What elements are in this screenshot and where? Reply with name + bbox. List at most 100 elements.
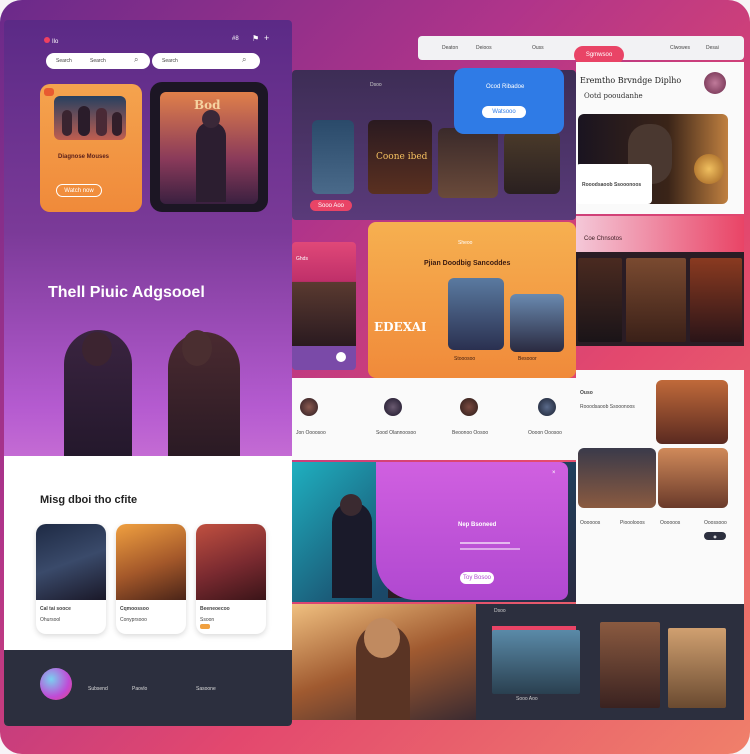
top-label: #8: [232, 36, 239, 42]
bottom-strip-label: Dsoo: [494, 608, 506, 614]
hero-card-title: Diagnose Mouses: [58, 154, 110, 160]
people-gallery-subtitle: Rooodsaoob Ssooonoos: [580, 404, 635, 410]
featured-section: Misg dboi tho cfite Cal tai sooce Ohurso…: [4, 456, 292, 652]
hero-headline: Thell Piuic Adgsooel: [48, 284, 205, 301]
bottom-label: Oooooos: [660, 520, 681, 526]
section-title: Misg dboi tho cfite: [40, 494, 138, 506]
gallery-image[interactable]: [504, 132, 560, 194]
gallery-image[interactable]: Coone ibed: [368, 120, 432, 194]
avatar-row: Jon Oooosoo Sood Olannoosoo Beoonoo Ooso…: [292, 378, 576, 460]
movie-card[interactable]: Cqmoossoo Conyprsooo: [116, 524, 186, 634]
left-landing-panel: Ilo #8 ⚑ + Search Search ⌕ Search ⌕ Diag…: [4, 20, 292, 726]
blue-card-title: Ocod Ribadoe: [486, 84, 525, 90]
nav-link[interactable]: Desai: [706, 45, 719, 51]
footer-link[interactable]: Sasoone: [196, 686, 216, 692]
toggle-button[interactable]: ◉: [704, 532, 726, 540]
hero-image: [54, 96, 126, 140]
avatar[interactable]: [384, 398, 402, 416]
orange-card-title: Pjian Doodbig Sancoddes: [424, 260, 511, 267]
purple-card-title: Nep Bsoneed: [458, 522, 497, 528]
gallery-panel-label: Dsoo: [370, 82, 382, 88]
movie-card-title: Cqmoossoo: [120, 606, 149, 612]
people-image[interactable]: [656, 380, 728, 444]
search-icon[interactable]: ⌕: [242, 55, 246, 65]
people-gallery-label: Ouso: [580, 390, 593, 396]
purple-promo-card[interactable]: Nep Bsoneed Toy Bosoo ×: [376, 462, 568, 600]
purple-card-button[interactable]: Toy Bosoo: [460, 572, 494, 584]
avatar[interactable]: [300, 398, 318, 416]
orange-card-image: [448, 278, 504, 350]
logo-icon: [44, 37, 50, 43]
play-icon[interactable]: [336, 352, 346, 362]
bottom-strip-image[interactable]: [600, 622, 660, 708]
hero-card[interactable]: Diagnose Mouses Watch now: [40, 84, 142, 212]
bottom-label: Oooooos: [580, 520, 601, 526]
poster-tablet[interactable]: Bod: [150, 82, 268, 212]
people-image[interactable]: [658, 448, 728, 508]
poster-image: Bod: [160, 92, 258, 204]
movie-card-title: Cal tai sooce: [40, 606, 71, 612]
movie-card[interactable]: Cal tai sooce Ohursool: [36, 524, 106, 634]
left-footer: Subsend Paovlo Sasoone: [4, 650, 292, 726]
cast-image[interactable]: [626, 258, 686, 342]
search-field-secondary[interactable]: Search ⌕: [152, 53, 260, 69]
logo[interactable]: Ilo: [44, 37, 58, 45]
avatar-name: Oooon Ooosoo: [528, 430, 562, 436]
people-gallery: Ouso Rooodsaoob Ssooonoos Oooooos Pioool…: [576, 370, 744, 604]
orange-card-image: [510, 294, 564, 352]
movie-card-image: [36, 524, 106, 600]
promo-figure-head: [340, 494, 362, 516]
avatar[interactable]: [538, 398, 556, 416]
bottom-dark-strip: Dsoo Sooo Aoo: [476, 604, 744, 720]
app-frame: Ilo #8 ⚑ + Search Search ⌕ Search ⌕ Diag…: [0, 0, 750, 754]
people-image[interactable]: [578, 448, 656, 508]
movie-card-image: [116, 524, 186, 600]
cast-panel: Coe Chnsotos: [576, 216, 744, 346]
footer-link[interactable]: Paovlo: [132, 686, 147, 692]
watch-now-button[interactable]: Watch now: [56, 184, 102, 197]
movie-card-title: Beeneoecoo: [200, 606, 230, 612]
top-navbar: Deaton Deioos Ouss Sgmwsoo Clwowes Desai: [418, 36, 744, 64]
cast-image[interactable]: [690, 258, 742, 342]
gallery-image[interactable]: [312, 120, 354, 194]
bottom-label: Piooolooos: [620, 520, 645, 526]
movie-card-subtitle: Ssoon: [200, 617, 215, 623]
search-input[interactable]: Search Search ⌕: [46, 53, 150, 69]
rating-badge: [200, 624, 210, 629]
featured-subtitle: Ootd pooudanhe: [584, 92, 643, 100]
orange-card-word: EDEXAI: [374, 320, 427, 334]
blue-promo-card[interactable]: Ocod Ribadoe Watsooo: [454, 68, 564, 134]
nav-item[interactable]: Deaton: [442, 45, 458, 51]
footer-link[interactable]: Subsend: [88, 686, 108, 692]
bottom-strip-caption: Sooo Aoo: [516, 696, 538, 702]
gallery-image[interactable]: [438, 128, 498, 198]
nav-link[interactable]: Clwowes: [670, 45, 690, 51]
bottom-hero-image[interactable]: [292, 604, 476, 720]
blue-card-button[interactable]: Watsooo: [482, 106, 526, 118]
nav-item[interactable]: Ouss: [532, 45, 544, 51]
avatar[interactable]: [460, 398, 478, 416]
bottom-label: Ooossooo: [704, 520, 727, 526]
orange-card-tag: Stooosoo: [454, 356, 476, 362]
promo-figure: [332, 502, 372, 598]
close-icon[interactable]: ×: [552, 470, 556, 476]
avatar[interactable]: [704, 72, 726, 94]
featured-panel: Eremtho Brvndge Diplho Ootd pooudanhe Ro…: [576, 62, 744, 214]
cast-image[interactable]: [578, 258, 622, 342]
side-card[interactable]: Ghds: [292, 242, 356, 370]
flag-icon[interactable]: ⚑: [252, 34, 259, 43]
side-card-label: Ghds: [296, 256, 308, 262]
movie-card[interactable]: Beeneoecoo Ssoon: [196, 524, 266, 634]
divider: [460, 548, 520, 550]
bottom-strip-image[interactable]: [668, 628, 726, 708]
plus-icon[interactable]: +: [264, 33, 269, 43]
bottom-strip-image[interactable]: [492, 630, 580, 694]
search-icon[interactable]: ⌕: [134, 55, 138, 65]
orange-card-label: Sheoo: [458, 240, 473, 246]
hero-figure-left-head: [82, 332, 112, 366]
nav-item[interactable]: Deioos: [476, 45, 492, 51]
movie-card-image: [196, 524, 266, 600]
gallery-button[interactable]: Sooo Aoo: [310, 200, 352, 211]
orange-feature-card[interactable]: Sheoo Pjian Doodbig Sancoddes EDEXAI Sto…: [368, 222, 576, 378]
divider: [460, 542, 510, 544]
